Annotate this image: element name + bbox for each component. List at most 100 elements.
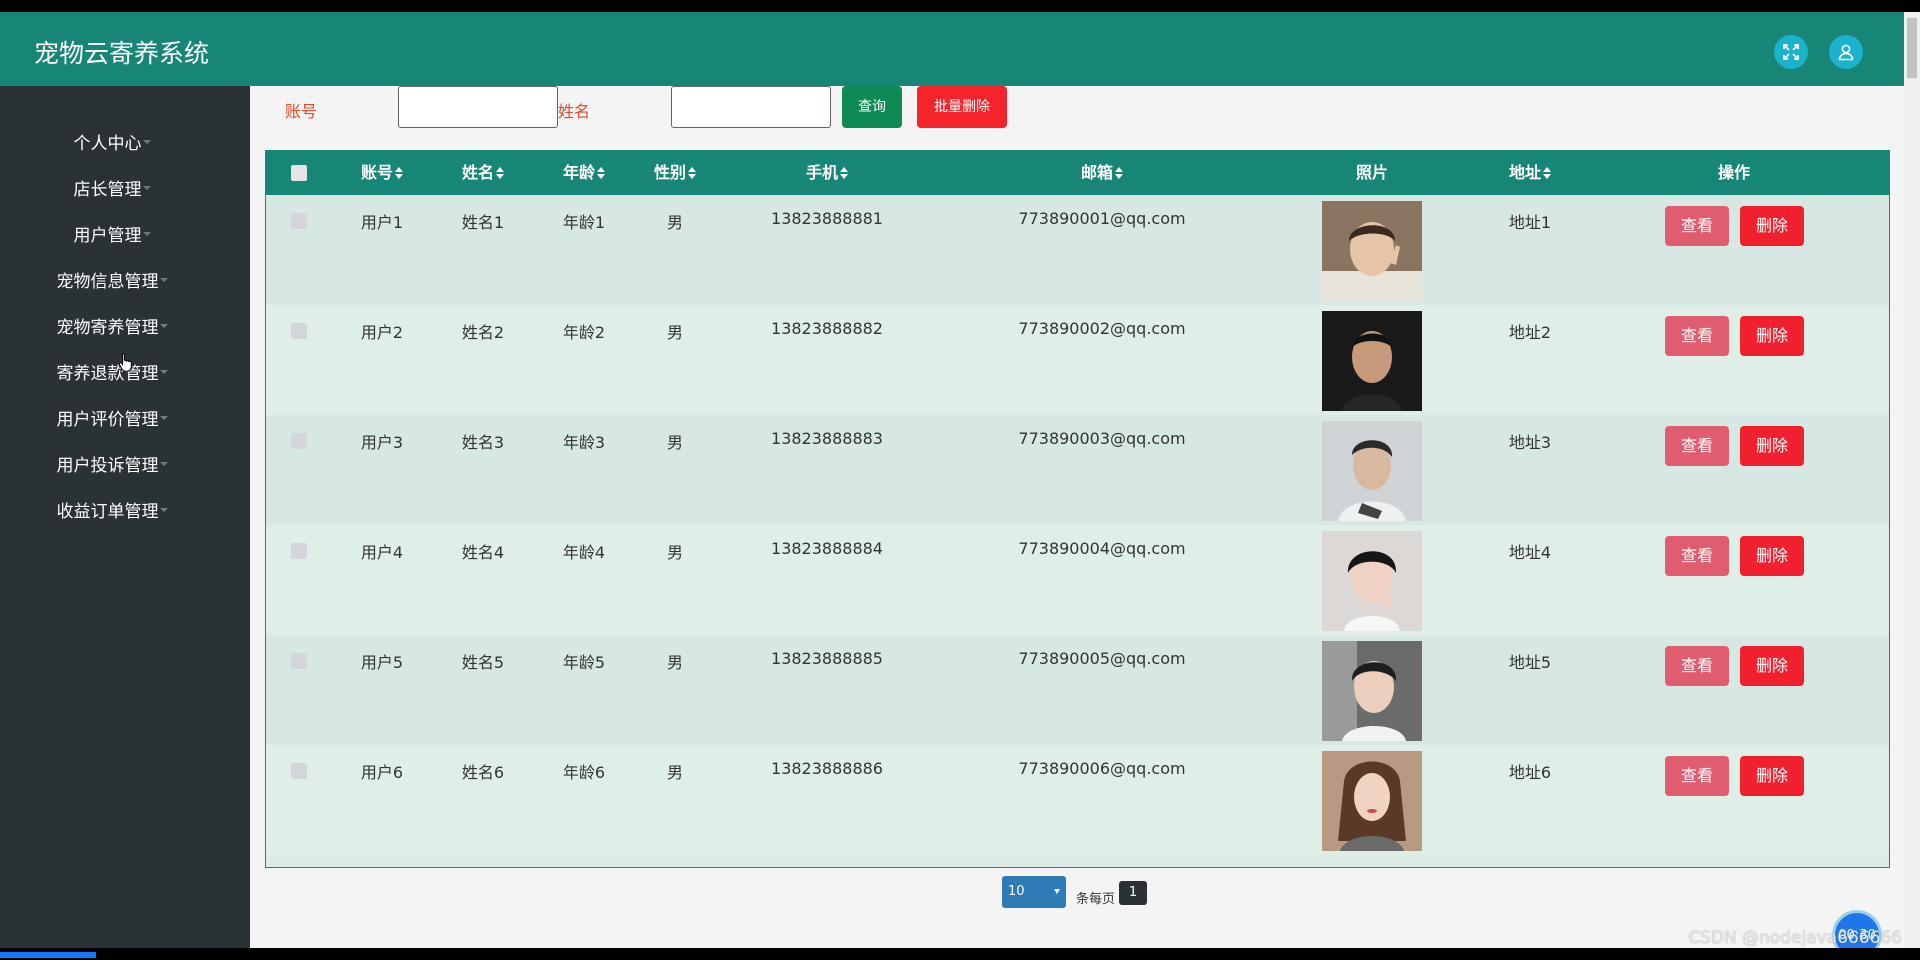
cell-email: 773890005@qq.com [1018, 649, 1186, 668]
table-header: 账号 姓名 年龄 性别 手机 邮箱 照片 地址 操作 [266, 151, 1889, 195]
sidebar-item-user-management[interactable]: 用户管理 [0, 221, 224, 251]
cell-name: 姓名5 [461, 653, 505, 672]
sort-icon [395, 166, 404, 179]
row-checkbox[interactable] [291, 653, 307, 669]
page-scrollbar[interactable] [1904, 12, 1920, 948]
row-checkbox[interactable] [291, 323, 307, 339]
column-header-name[interactable]: 姓名 [462, 151, 505, 195]
sidebar-item-boarding-refund[interactable]: 寄养退款管理 [0, 359, 224, 389]
column-header-photo: 照片 [1355, 163, 1389, 182]
column-header-address[interactable]: 地址 [1509, 151, 1552, 195]
table-row: 用户3 姓名3 年龄3 男 13823888883 773890003@qq.c… [266, 415, 1889, 525]
cell-name: 姓名1 [461, 213, 505, 232]
row-checkbox[interactable] [291, 543, 307, 559]
cell-phone: 13823888881 [771, 209, 883, 228]
page-number-button[interactable]: 1 [1119, 881, 1147, 905]
sidebar-item-revenue-orders[interactable]: 收益订单管理 [0, 497, 224, 527]
caret-down-icon [142, 186, 151, 190]
cell-address: 地址6 [1508, 763, 1552, 782]
column-header-gender[interactable]: 性别 [654, 151, 697, 195]
user-photo [1322, 311, 1422, 411]
delete-button[interactable]: 删除 [1740, 426, 1804, 466]
view-button[interactable]: 查看 [1665, 536, 1729, 576]
cell-gender: 男 [666, 543, 684, 562]
caret-down-icon [142, 232, 151, 236]
sidebar-item-pet-info[interactable]: 宠物信息管理 [0, 267, 224, 297]
cell-name: 姓名6 [461, 763, 505, 782]
sidebar-item-personal-center[interactable]: 个人中心 [0, 129, 224, 159]
view-button[interactable]: 查看 [1665, 646, 1729, 686]
top-header: 宠物云寄养系统 [0, 12, 1904, 86]
sort-icon [496, 166, 505, 179]
sidebar-item-user-review[interactable]: 用户评价管理 [0, 405, 224, 435]
view-button[interactable]: 查看 [1665, 206, 1729, 246]
row-checkbox[interactable] [291, 763, 307, 779]
sidebar-item-label: 收益订单管理 [56, 502, 159, 522]
sidebar: 个人中心 店长管理 用户管理 宠物信息管理 宠物寄养管理 寄养退款管理 用户评价… [0, 86, 250, 948]
row-checkbox[interactable] [291, 433, 307, 449]
name-label: 姓名 [558, 102, 591, 121]
row-checkbox[interactable] [291, 213, 307, 229]
sidebar-item-shop-manager[interactable]: 店长管理 [0, 175, 224, 205]
cell-account: 用户6 [360, 763, 404, 782]
cell-name: 姓名4 [461, 543, 505, 562]
sidebar-item-label: 用户评价管理 [56, 410, 159, 430]
cell-name: 姓名3 [461, 433, 505, 452]
delete-button[interactable]: 删除 [1740, 206, 1804, 246]
user-photo [1322, 421, 1422, 521]
view-button[interactable]: 查看 [1665, 426, 1729, 466]
table-row: 用户5 姓名5 年龄5 男 13823888885 773890005@qq.c… [266, 635, 1889, 745]
cell-name: 姓名2 [461, 323, 505, 342]
hand-cursor-icon [118, 352, 132, 372]
cell-age: 年龄6 [562, 763, 606, 782]
cell-phone: 13823888885 [771, 649, 883, 668]
column-header-account[interactable]: 账号 [361, 151, 404, 195]
delete-button[interactable]: 删除 [1740, 536, 1804, 576]
column-header-phone[interactable]: 手机 [806, 151, 849, 195]
delete-button[interactable]: 删除 [1740, 316, 1804, 356]
delete-button[interactable]: 删除 [1740, 756, 1804, 796]
sidebar-item-label: 用户投诉管理 [56, 456, 159, 476]
page-size-select[interactable]: 10 [1002, 876, 1066, 908]
user-photo [1322, 751, 1422, 851]
delete-button[interactable]: 删除 [1740, 646, 1804, 686]
sidebar-item-label: 宠物寄养管理 [56, 318, 159, 338]
account-search-input[interactable] [398, 86, 558, 128]
sidebar-item-pet-boarding[interactable]: 宠物寄养管理 [0, 313, 224, 343]
caret-down-icon [159, 462, 168, 466]
dropdown-arrow-icon [1054, 889, 1060, 894]
table-row: 用户4 姓名4 年龄4 男 13823888884 773890004@qq.c… [266, 525, 1889, 635]
table-row: 用户2 姓名2 年龄2 男 13823888882 773890002@qq.c… [266, 305, 1889, 415]
column-header-actions: 操作 [1717, 163, 1751, 182]
user-photo [1322, 201, 1422, 301]
user-icon [1838, 44, 1854, 61]
cell-address: 地址5 [1508, 653, 1552, 672]
user-table: 账号 姓名 年龄 性别 手机 邮箱 照片 地址 操作 用户1 姓名1 年龄1 男… [265, 150, 1890, 868]
app-window: 宠物云寄养系统 个人中心 店长管理 用户管理 宠物信息管理 宠物寄养管理 寄养退… [0, 12, 1920, 948]
cell-email: 773890006@qq.com [1018, 759, 1186, 778]
column-header-email[interactable]: 邮箱 [1081, 151, 1124, 195]
table-row: 用户1 姓名1 年龄1 男 13823888881 773890001@qq.c… [266, 195, 1889, 305]
sidebar-item-user-complaint[interactable]: 用户投诉管理 [0, 451, 224, 481]
sidebar-item-label: 个人中心 [73, 134, 142, 154]
query-button[interactable]: 查询 [842, 86, 902, 128]
cell-phone: 13823888886 [771, 759, 883, 778]
cell-age: 年龄2 [562, 323, 606, 342]
caret-down-icon [159, 278, 168, 282]
user-button[interactable] [1829, 35, 1863, 69]
sort-icon [1115, 166, 1124, 179]
view-button[interactable]: 查看 [1665, 316, 1729, 356]
cell-age: 年龄3 [562, 433, 606, 452]
table-row: 用户6 姓名6 年龄6 男 13823888886 773890006@qq.c… [266, 745, 1889, 855]
user-photo [1322, 531, 1422, 631]
progress-indicator [0, 952, 96, 958]
column-header-age[interactable]: 年龄 [563, 151, 606, 195]
select-all-checkbox[interactable] [291, 165, 307, 181]
fullscreen-button[interactable] [1774, 35, 1808, 69]
batch-delete-button[interactable]: 批量删除 [917, 86, 1007, 128]
scrollbar-thumb[interactable] [1907, 18, 1917, 78]
view-button[interactable]: 查看 [1665, 756, 1729, 796]
cell-phone: 13823888883 [771, 429, 883, 448]
cell-address: 地址2 [1508, 323, 1552, 342]
name-search-input[interactable] [671, 86, 831, 128]
